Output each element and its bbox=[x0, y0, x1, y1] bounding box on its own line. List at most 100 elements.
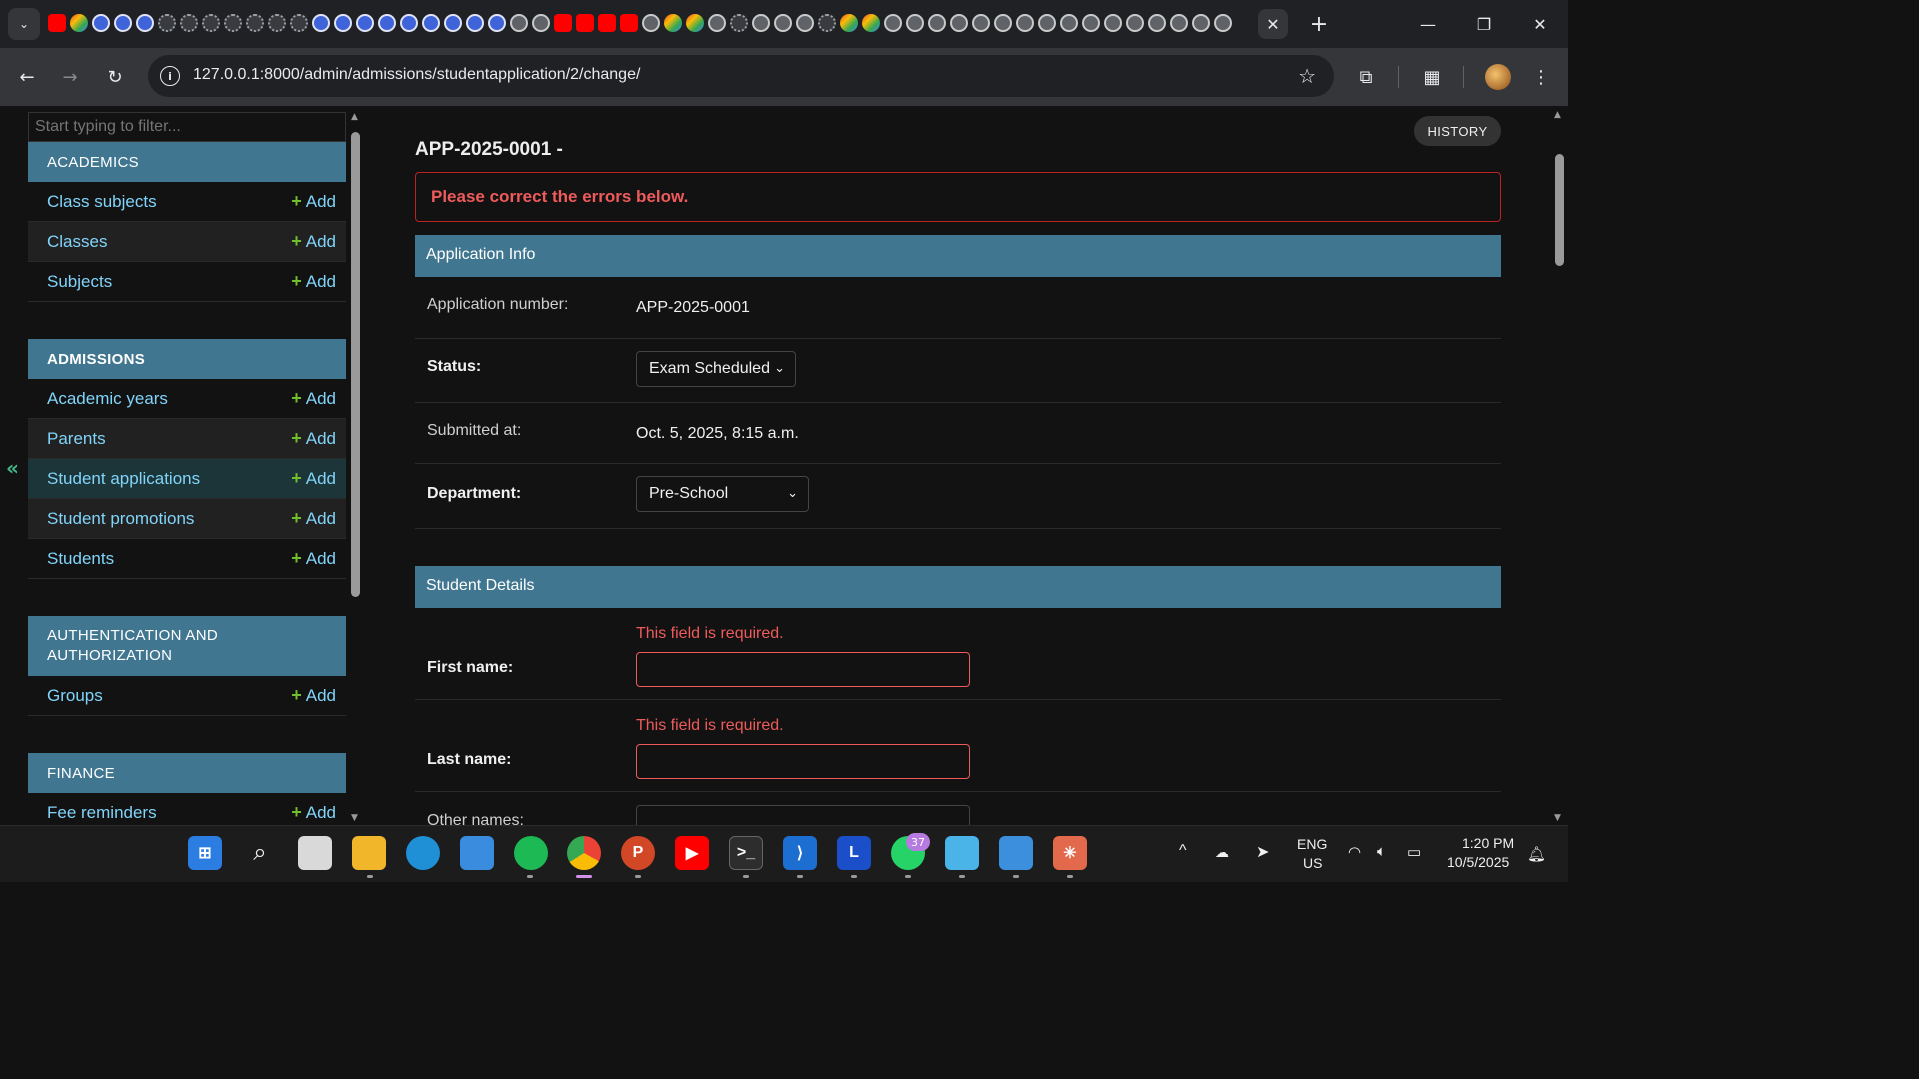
tab-favicon-icon[interactable] bbox=[642, 14, 660, 32]
chevron-up-icon[interactable]: ^ bbox=[1179, 842, 1187, 860]
sidebar-collapse-toggle[interactable]: « bbox=[6, 456, 19, 480]
add-link[interactable]: Add bbox=[306, 509, 336, 529]
tab-favicon-icon[interactable] bbox=[356, 14, 374, 32]
tab-favicon-icon[interactable] bbox=[510, 14, 528, 32]
address-url[interactable]: 127.0.0.1:8000/admin/admissions/studenta… bbox=[193, 66, 640, 84]
sidebar-item-parents[interactable]: Parents + Add bbox=[28, 419, 346, 459]
tab-search-chevron-icon[interactable]: ⌄ bbox=[8, 8, 40, 40]
tab-favicons-strip[interactable] bbox=[48, 14, 1253, 34]
model-link[interactable]: Student promotions bbox=[47, 509, 291, 529]
model-link[interactable]: Academic years bbox=[47, 389, 291, 409]
first-name-input[interactable] bbox=[636, 652, 970, 687]
minimize-icon[interactable]: — bbox=[1405, 6, 1451, 42]
claude-icon[interactable]: ✳ bbox=[1053, 836, 1087, 870]
sidebar-item-groups[interactable]: Groups + Add bbox=[28, 676, 346, 716]
tab-favicon-icon[interactable] bbox=[268, 14, 286, 32]
tab-favicon-icon[interactable] bbox=[1170, 14, 1188, 32]
search-icon[interactable]: ⌕ bbox=[243, 836, 277, 870]
tab-favicon-icon[interactable] bbox=[752, 14, 770, 32]
sidebar-item-student-promotions[interactable]: Student promotions + Add bbox=[28, 499, 346, 539]
add-link[interactable]: Add bbox=[306, 429, 336, 449]
tab-favicon-icon[interactable] bbox=[774, 14, 792, 32]
module-caption-admissions[interactable]: ADMISSIONS bbox=[28, 339, 346, 379]
tab-favicon-icon[interactable] bbox=[928, 14, 946, 32]
spotify-icon[interactable] bbox=[514, 836, 548, 870]
model-link[interactable]: Groups bbox=[47, 686, 291, 706]
model-link[interactable]: Students bbox=[47, 549, 291, 569]
tab-favicon-icon[interactable] bbox=[114, 14, 132, 32]
tab-favicon-icon[interactable] bbox=[796, 14, 814, 32]
address-bar[interactable]: i 127.0.0.1:8000/admin/admissions/studen… bbox=[148, 55, 1334, 97]
tab-favicon-icon[interactable] bbox=[1038, 14, 1056, 32]
photos-icon[interactable] bbox=[999, 836, 1033, 870]
status-select[interactable]: Exam Scheduled ⌄ bbox=[636, 351, 796, 387]
tab-favicon-icon[interactable] bbox=[1082, 14, 1100, 32]
sidebar-item-academic-years[interactable]: Academic years + Add bbox=[28, 379, 346, 419]
location-arrow-icon[interactable]: ➤ bbox=[1256, 842, 1269, 862]
tab-favicon-icon[interactable] bbox=[994, 14, 1012, 32]
tab-favicon-icon[interactable] bbox=[950, 14, 968, 32]
start-windows-icon[interactable]: ⊞ bbox=[188, 836, 222, 870]
scroll-up-icon[interactable]: ▲ bbox=[1554, 110, 1561, 120]
region-indicator[interactable]: US bbox=[1303, 855, 1322, 871]
l-app-icon[interactable]: L bbox=[837, 836, 871, 870]
back-arrow-icon[interactable]: ← bbox=[11, 61, 43, 93]
add-link[interactable]: Add bbox=[306, 469, 336, 489]
clock-time[interactable]: 1:20 PM bbox=[1462, 835, 1514, 851]
tab-favicon-icon[interactable] bbox=[1192, 14, 1210, 32]
sidebar-scrollbar[interactable]: ▲ ▼ bbox=[348, 110, 364, 825]
extensions-puzzle-icon[interactable]: ⧉ bbox=[1350, 61, 1382, 93]
page-scrollbar[interactable]: ▲ ▼ bbox=[1551, 106, 1568, 825]
volume-icon[interactable]: 🔈︎ bbox=[1377, 843, 1386, 860]
profile-avatar[interactable] bbox=[1485, 64, 1511, 90]
model-link[interactable]: Parents bbox=[47, 429, 291, 449]
tab-favicon-icon[interactable] bbox=[972, 14, 990, 32]
restore-icon[interactable]: ❐ bbox=[1461, 6, 1507, 42]
model-link[interactable]: Classes bbox=[47, 232, 291, 252]
model-link[interactable]: Subjects bbox=[47, 272, 291, 292]
add-link[interactable]: Add bbox=[306, 389, 336, 409]
powerpoint-icon[interactable]: P bbox=[621, 836, 655, 870]
scroll-up-icon[interactable]: ▲ bbox=[351, 112, 358, 122]
tab-favicon-icon[interactable] bbox=[48, 14, 66, 32]
tab-favicon-icon[interactable] bbox=[444, 14, 462, 32]
model-link[interactable]: Student applications bbox=[47, 469, 291, 489]
sidebar-item-subjects[interactable]: Subjects + Add bbox=[28, 262, 346, 302]
tab-favicon-icon[interactable] bbox=[862, 14, 880, 32]
tab-favicon-icon[interactable] bbox=[202, 14, 220, 32]
youtube-icon[interactable]: ▶ bbox=[675, 836, 709, 870]
tab-favicon-icon[interactable] bbox=[598, 14, 616, 32]
tab-favicon-icon[interactable] bbox=[532, 14, 550, 32]
tab-favicon-icon[interactable] bbox=[290, 14, 308, 32]
tab-favicon-icon[interactable] bbox=[92, 14, 110, 32]
tab-favicon-icon[interactable] bbox=[730, 14, 748, 32]
wifi-icon[interactable]: ◠ bbox=[1348, 843, 1361, 861]
tab-favicon-icon[interactable] bbox=[1060, 14, 1078, 32]
tab-favicon-icon[interactable] bbox=[708, 14, 726, 32]
sidebar-item-fee-reminders[interactable]: Fee reminders + Add bbox=[28, 793, 346, 825]
sidebar-item-classes[interactable]: Classes + Add bbox=[28, 222, 346, 262]
forward-arrow-icon[interactable]: → bbox=[54, 61, 86, 93]
nav-filter-input[interactable] bbox=[28, 112, 346, 142]
vscode-icon[interactable]: ⟩ bbox=[783, 836, 817, 870]
tab-favicon-icon[interactable] bbox=[400, 14, 418, 32]
add-link[interactable]: Add bbox=[306, 549, 336, 569]
task-view-icon[interactable] bbox=[298, 836, 332, 870]
tab-favicon-icon[interactable] bbox=[312, 14, 330, 32]
notification-bell-icon[interactable]: 🔔︎ bbox=[1527, 845, 1546, 863]
reload-icon[interactable]: ↻ bbox=[99, 61, 131, 93]
add-link[interactable]: Add bbox=[306, 686, 336, 706]
tab-favicon-icon[interactable] bbox=[620, 14, 638, 32]
add-link[interactable]: Add bbox=[306, 272, 336, 292]
tab-favicon-icon[interactable] bbox=[818, 14, 836, 32]
tab-favicon-icon[interactable] bbox=[840, 14, 858, 32]
tab-favicon-icon[interactable] bbox=[554, 14, 572, 32]
tab-favicon-icon[interactable] bbox=[884, 14, 902, 32]
store-icon[interactable] bbox=[460, 836, 494, 870]
tab-favicon-icon[interactable] bbox=[1016, 14, 1034, 32]
bookmark-star-icon[interactable]: ☆ bbox=[1298, 64, 1316, 88]
tab-favicon-icon[interactable] bbox=[576, 14, 594, 32]
sidebar-item-student-applications[interactable]: Student applications + Add bbox=[28, 459, 346, 499]
module-caption-finance[interactable]: FINANCE bbox=[28, 753, 346, 793]
module-caption-academics[interactable]: ACADEMICS bbox=[28, 142, 346, 182]
